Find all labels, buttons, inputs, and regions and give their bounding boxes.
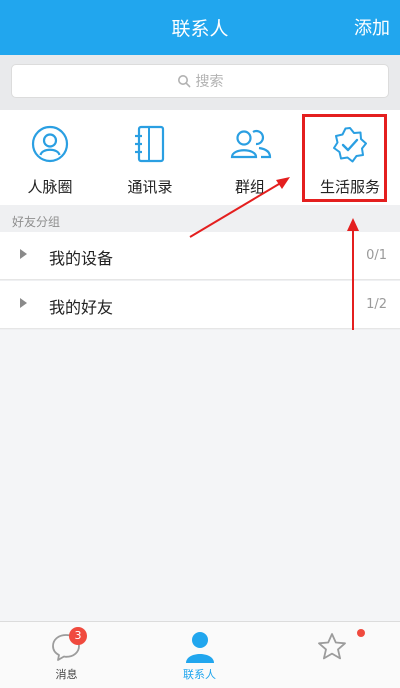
group-count: 0/1	[366, 248, 387, 263]
search-icon	[177, 75, 190, 88]
shortcut-label: 通讯录	[127, 178, 173, 196]
tab-label: 联系人	[183, 668, 216, 681]
group-count: 1/2	[366, 297, 387, 312]
section-label: 好友分组	[12, 215, 61, 229]
group-name: 我的好友	[49, 298, 114, 317]
shortcut-label: 人脉圈	[27, 178, 73, 196]
tab-messages[interactable]: 3 消息	[0, 622, 133, 688]
search-input[interactable]: 搜索	[11, 64, 389, 98]
shortcut-renmaiquan[interactable]: 人脉圈	[0, 110, 100, 205]
expand-arrow-icon	[20, 249, 27, 259]
group-row-friends[interactable]: 我的好友 1/2	[0, 281, 400, 329]
page-title: 联系人	[171, 18, 229, 40]
star-icon	[318, 633, 346, 660]
shortcut-qunzu[interactable]: 群组	[200, 110, 300, 205]
shortcut-tongxunlu[interactable]: 通讯录	[100, 110, 200, 205]
bottom-tab-bar: 3 消息 联系人	[0, 621, 400, 688]
tab-contacts[interactable]: 联系人	[133, 622, 266, 688]
group-icon	[230, 129, 272, 159]
annotation-arrowhead	[347, 218, 359, 231]
empty-list-area	[0, 330, 400, 621]
group-row-devices[interactable]: 我的设备 0/1	[0, 232, 400, 280]
shortcut-label: 群组	[234, 178, 265, 196]
person-circle-icon	[31, 125, 69, 163]
person-icon	[186, 632, 214, 663]
search-area: 搜索	[0, 55, 400, 110]
tab-favorites[interactable]	[266, 622, 399, 688]
unread-badge: 3	[69, 627, 87, 645]
group-name: 我的设备	[49, 249, 114, 268]
search-placeholder: 搜索	[195, 74, 224, 90]
highlight-box	[302, 114, 387, 202]
expand-arrow-icon	[20, 298, 27, 308]
tab-label: 消息	[55, 668, 78, 681]
add-button[interactable]: 添加	[354, 14, 390, 40]
address-book-icon	[135, 125, 165, 163]
new-indicator-dot	[357, 629, 365, 637]
top-header: 联系人 添加	[0, 0, 400, 55]
